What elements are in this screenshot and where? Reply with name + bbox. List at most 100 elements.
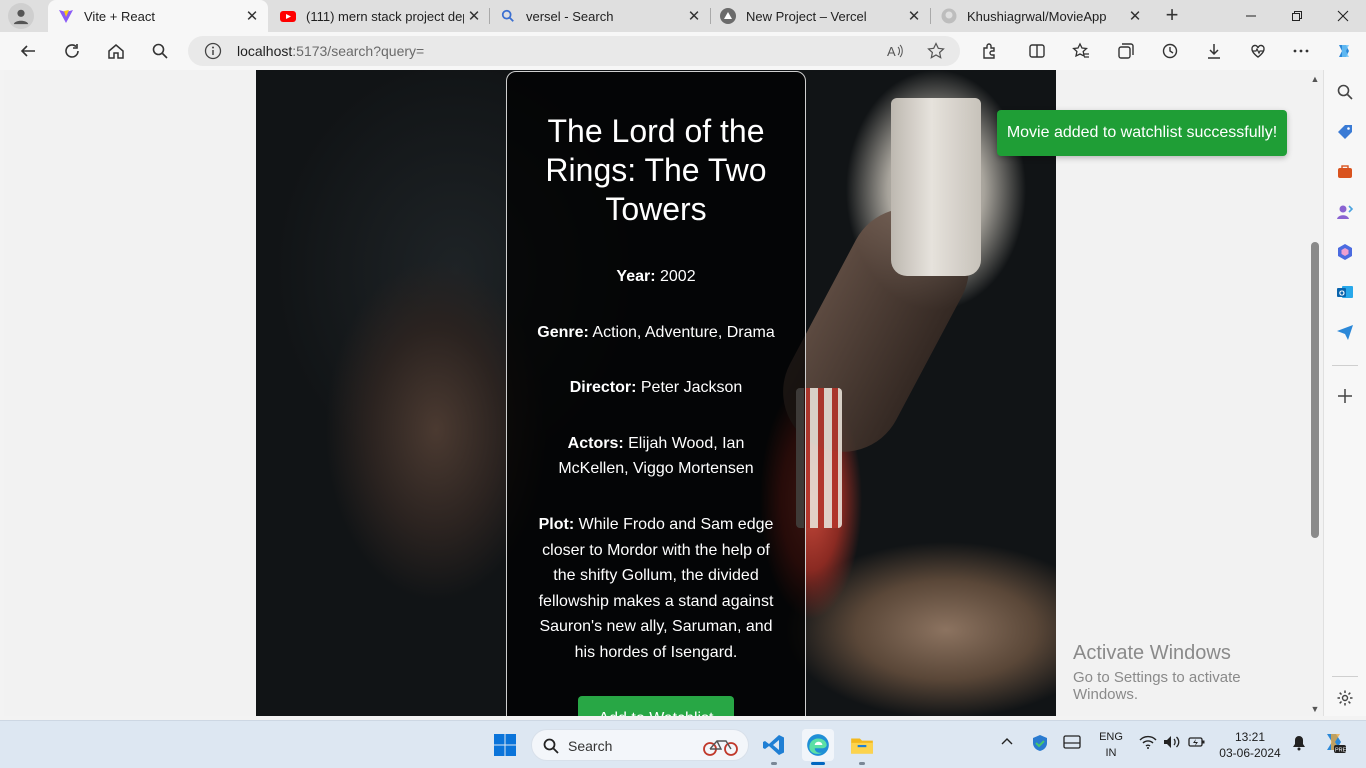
movie-card: The Lord of the Rings: The Two Towers Ye… (506, 71, 806, 716)
tab-youtube[interactable]: (111) mern stack project depl ✕ (270, 0, 490, 32)
vscode-app-icon[interactable] (758, 729, 790, 765)
home-icon[interactable] (104, 39, 128, 63)
split-screen-icon[interactable] (1025, 39, 1049, 63)
app-running-indicator (859, 762, 865, 765)
notification-bell-icon[interactable] (1291, 735, 1307, 754)
scroll-down-arrow-icon[interactable]: ▼ (1310, 704, 1320, 714)
taskbar-search-icon (543, 738, 559, 754)
movie-genre: Genre: Action, Adventure, Drama (537, 320, 775, 346)
edge-sidebar: O (1323, 70, 1366, 716)
app-active-indicator (811, 762, 825, 765)
bicycle-icon (703, 740, 738, 756)
system-clock[interactable]: 13:21 03-06-2024 (1218, 729, 1282, 761)
collections-icon[interactable] (1114, 39, 1138, 63)
movie-director: Director: Peter Jackson (537, 375, 775, 401)
svg-text:O: O (1339, 289, 1345, 298)
tab-close-icon[interactable]: ✕ (242, 6, 262, 26)
search-icon[interactable] (148, 39, 172, 63)
read-aloud-icon[interactable]: A (886, 42, 904, 60)
watermark-subtitle: Go to Settings to activate Windows. (1073, 669, 1241, 703)
file-explorer-app-icon[interactable] (846, 729, 878, 765)
add-to-watchlist-button[interactable]: Add to Watchlist (578, 695, 734, 716)
page-scrollbar[interactable]: ▲ ▼ (1307, 70, 1323, 716)
copilot-icon[interactable] (1332, 39, 1356, 63)
tools-briefcase-icon[interactable] (1335, 162, 1355, 182)
sidebar-search-icon[interactable] (1335, 82, 1355, 102)
plot-value: While Frodo and Sam edge closer to Mordo… (538, 515, 774, 661)
volume-icon[interactable] (1163, 735, 1181, 752)
tab-github[interactable]: Khushiagrwal/MovieApp ✕ (931, 0, 1151, 32)
history-icon[interactable] (1158, 39, 1182, 63)
close-window-button[interactable] (1320, 0, 1366, 32)
tab-vercel[interactable]: New Project – Vercel ✕ (710, 0, 930, 32)
tab-close-icon[interactable]: ✕ (464, 6, 484, 26)
microsoft-365-icon[interactable] (1335, 242, 1355, 262)
back-icon[interactable] (16, 39, 40, 63)
refresh-icon[interactable] (60, 39, 84, 63)
outlook-icon[interactable]: O (1335, 282, 1355, 302)
add-sidebar-app-icon[interactable] (1335, 386, 1355, 406)
more-menu-icon[interactable] (1289, 39, 1313, 63)
director-label: Director: (569, 379, 637, 397)
movie-title: The Lord of the Rings: The Two Towers (545, 113, 767, 227)
genre-label: Genre: (537, 323, 589, 341)
region-code: IN (1105, 747, 1117, 759)
tab-close-icon[interactable]: ✕ (684, 6, 704, 26)
clock-time: 13:21 (1234, 730, 1266, 744)
url-text: localhost:5173/search?query= (237, 43, 424, 59)
tab-title: versel - Search (526, 8, 614, 24)
edge-app-icon[interactable] (802, 729, 834, 765)
movie-plot: Plot: While Frodo and Sam edge closer to… (537, 512, 775, 666)
scroll-up-arrow-icon[interactable]: ▲ (1310, 74, 1320, 84)
address-bar[interactable]: localhost:5173/search?query= A (188, 36, 960, 66)
windows-start-icon[interactable] (493, 733, 517, 757)
year-label: Year: (616, 268, 656, 285)
movie-actors: Actors: Elijah Wood, Ian McKellen, Viggo… (537, 431, 775, 482)
copilot-preview-icon[interactable]: PRE (1322, 732, 1347, 757)
taskbar-search-box[interactable]: Search (531, 729, 749, 761)
language-code: ENG (1099, 731, 1123, 743)
minimize-button[interactable] (1228, 0, 1274, 32)
wifi-icon[interactable] (1139, 735, 1157, 752)
tab-close-icon[interactable]: ✕ (1125, 6, 1145, 26)
movie-year: Year: 2002 (537, 264, 775, 290)
tab-search[interactable]: versel - Search ✕ (490, 0, 710, 32)
tab-close-icon[interactable]: ✕ (904, 6, 924, 26)
performance-icon[interactable] (1246, 39, 1270, 63)
restore-button[interactable] (1274, 0, 1320, 32)
scroll-thumb[interactable] (1311, 242, 1319, 538)
sidebar-settings-gear-icon[interactable] (1335, 688, 1355, 708)
taskbar-search-label: Search (568, 738, 613, 754)
show-hidden-icons-chevron-icon[interactable] (1000, 735, 1014, 752)
send-drop-icon[interactable] (1335, 322, 1355, 342)
toast-notification: Movie added to watchlist successfully! (997, 110, 1287, 156)
url-path: :5173/search?query= (292, 43, 425, 59)
youtube-icon (280, 8, 296, 24)
favorites-icon[interactable] (1069, 39, 1093, 63)
language-indicator[interactable]: ENG IN (1096, 729, 1126, 761)
tab-title: Khushiagrwal/MovieApp (967, 8, 1107, 24)
director-value: Peter Jackson (640, 379, 743, 397)
watermark-title: Activate Windows (1073, 642, 1231, 664)
extensions-icon[interactable] (977, 39, 1001, 63)
year-value: 2002 (660, 268, 696, 285)
shopping-tag-icon[interactable] (1335, 122, 1355, 142)
profile-icon[interactable] (8, 3, 34, 29)
tablet-mode-icon[interactable] (1063, 735, 1081, 752)
security-shield-icon[interactable] (1031, 734, 1049, 755)
battery-icon[interactable] (1188, 735, 1206, 752)
games-icon[interactable] (1335, 202, 1355, 222)
windows-taskbar: Search ENG IN 13:21 03-06-2024 PRE (0, 720, 1366, 768)
tab-vite-react[interactable]: Vite + React ✕ (48, 0, 268, 32)
favorite-star-icon[interactable] (927, 42, 945, 60)
sidebar-divider (1332, 676, 1358, 677)
new-tab-button[interactable]: + (1160, 4, 1184, 28)
downloads-icon[interactable] (1202, 39, 1226, 63)
tab-title: (111) mern stack project depl (306, 8, 464, 24)
clock-date: 03-06-2024 (1219, 746, 1281, 760)
sidebar-divider (1332, 365, 1358, 366)
page-viewport: The Lord of the Rings: The Two Towers Ye… (4, 70, 1307, 716)
actors-label: Actors: (567, 434, 624, 452)
info-icon[interactable] (204, 42, 222, 60)
tab-title: New Project – Vercel (746, 8, 867, 24)
